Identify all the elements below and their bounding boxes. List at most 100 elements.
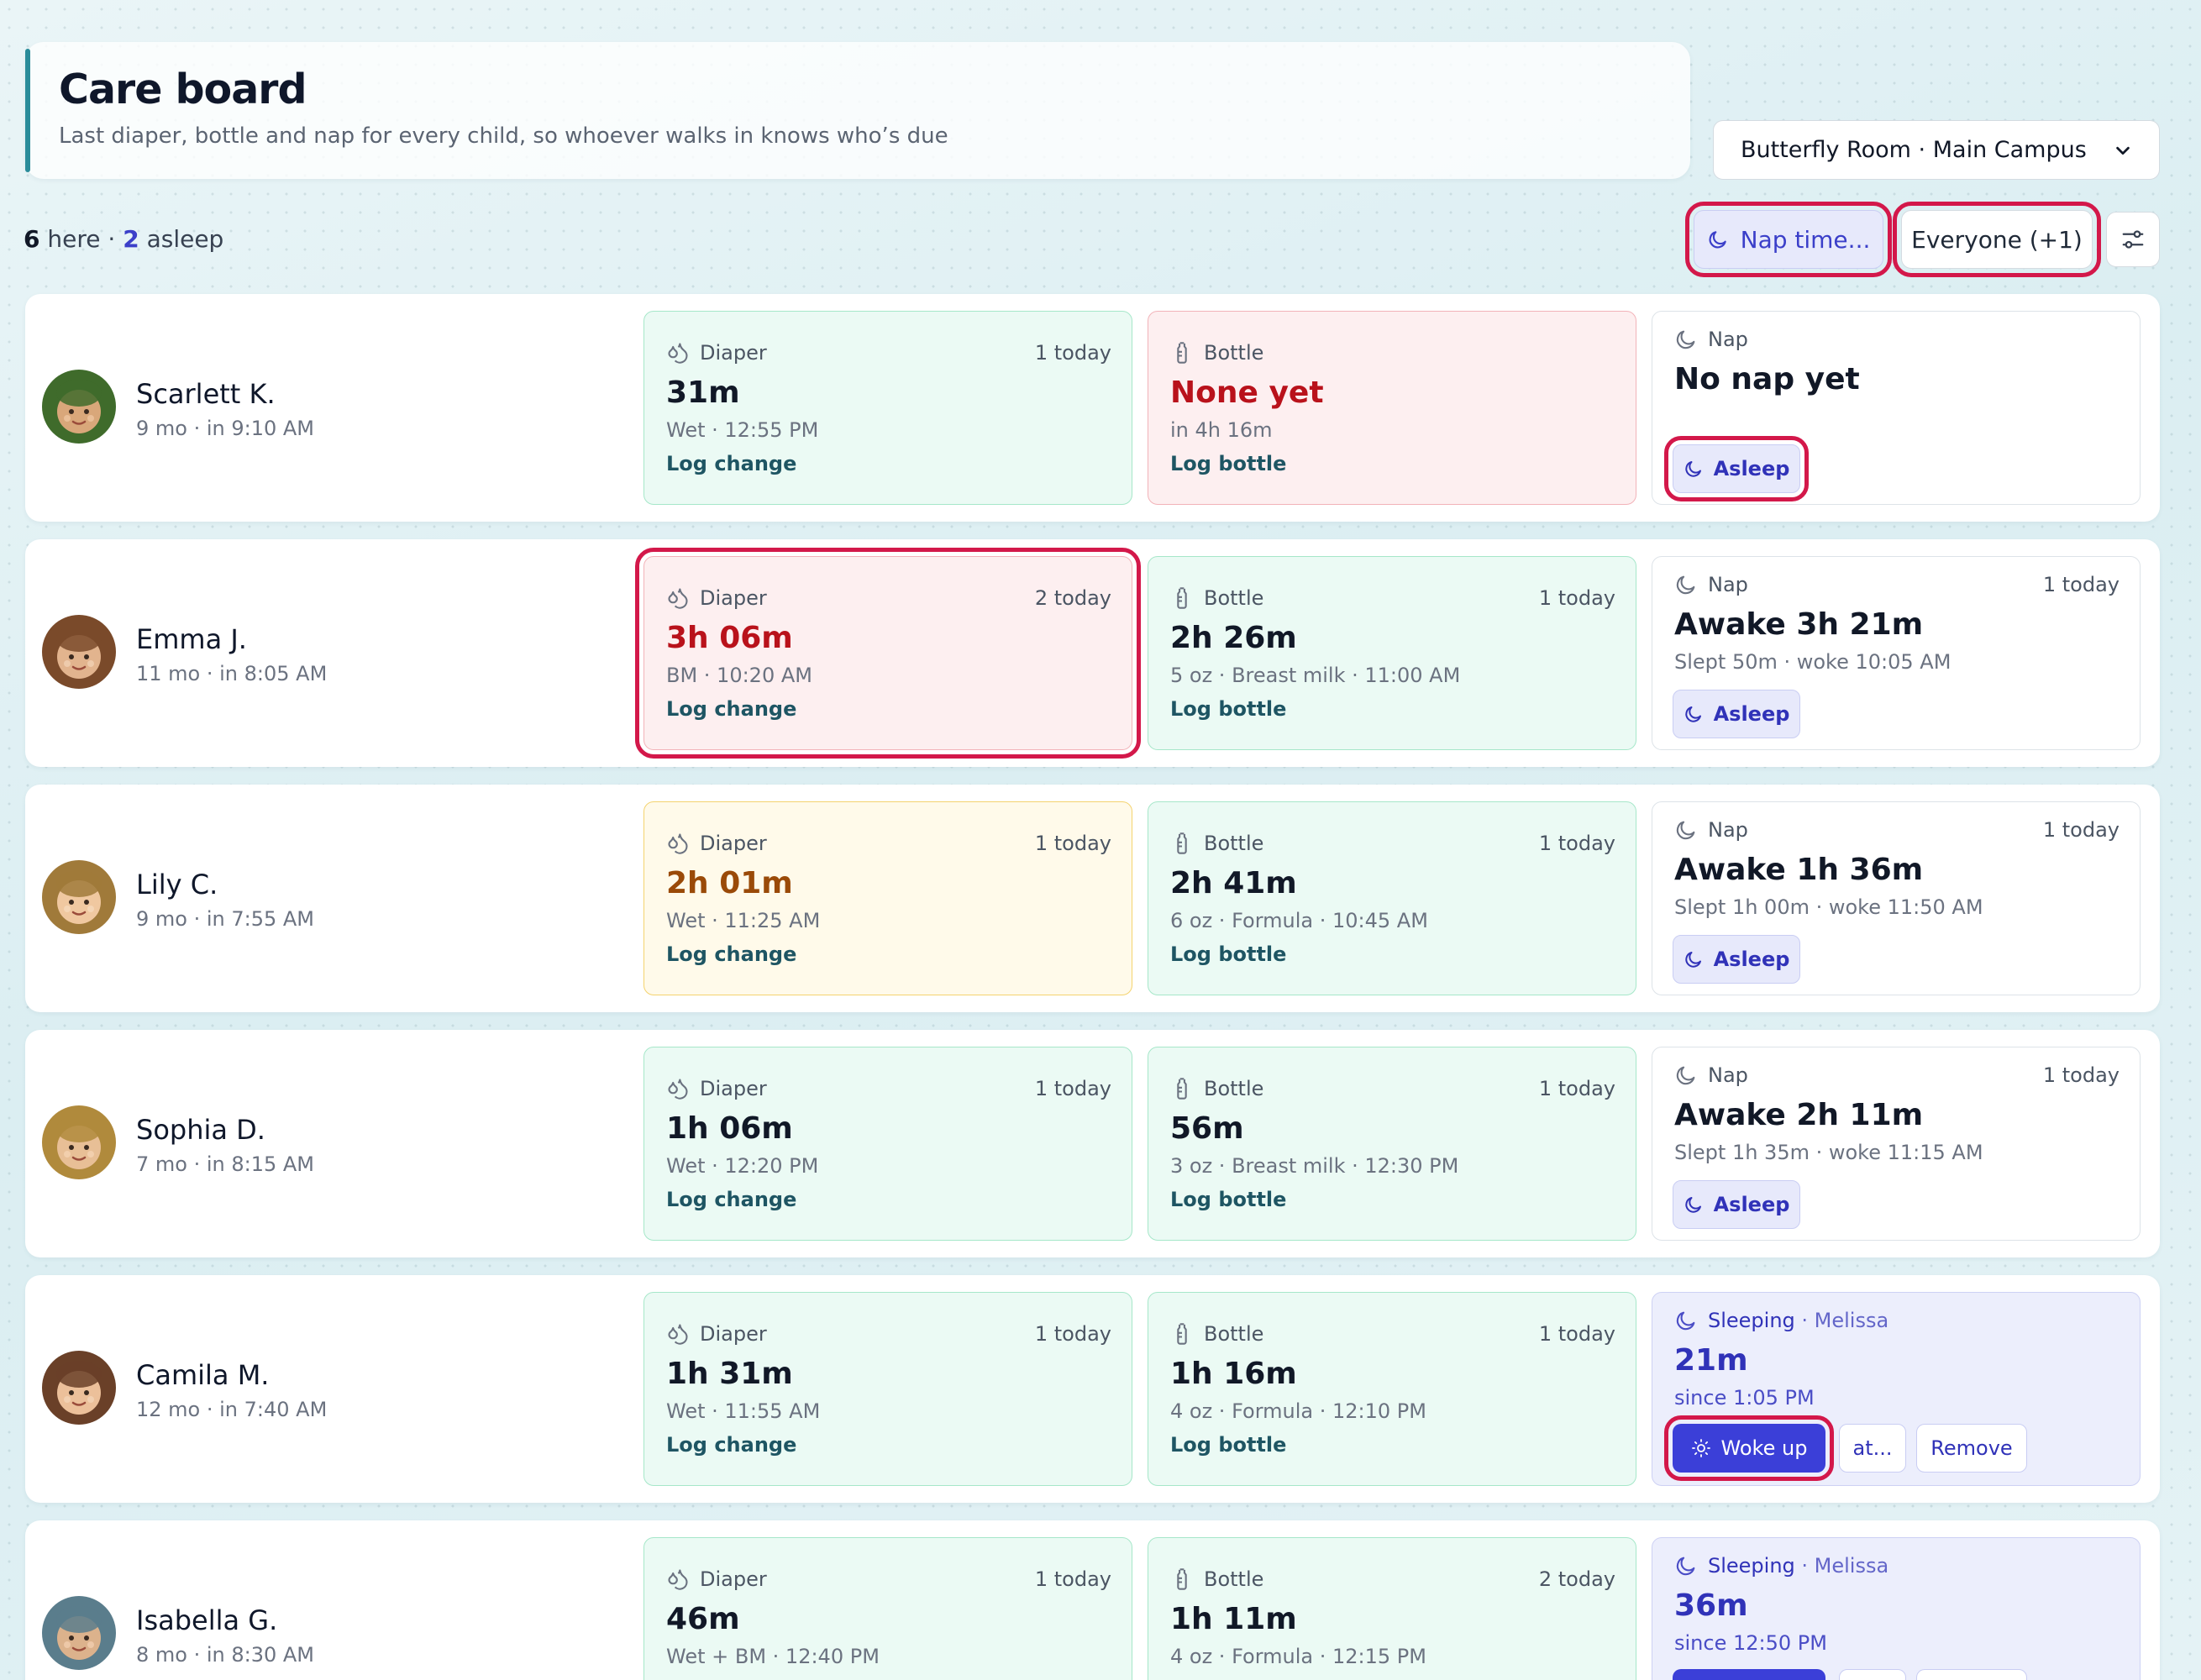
diaper-detail: BM · 10:20 AM: [666, 664, 812, 687]
child-name[interactable]: Sophia D.: [136, 1114, 265, 1146]
moon-icon: [1676, 575, 1695, 595]
room-select[interactable]: Butterfly Room · Main Campus: [1713, 120, 2160, 180]
log-change-link[interactable]: Log change: [666, 1433, 796, 1457]
log-change-link[interactable]: Log change: [666, 1188, 796, 1211]
bottle-detail: 5 oz · Breast milk · 11:00 AM: [1170, 664, 1461, 687]
bottle-icon: [1177, 1323, 1187, 1345]
child-name[interactable]: Isabella G.: [136, 1604, 277, 1636]
avatar: [42, 370, 116, 444]
child-row: Sophia D. 7 mo · in 8:15 AM Diaper 1 today 1…: [25, 1030, 2160, 1257]
bottle-label: Bottle: [1204, 1322, 1264, 1346]
woke-up-label: Woke up: [1720, 1436, 1808, 1460]
diaper-card[interactable]: Diaper 1 today 31m Wet · 12:55 PM Log change: [643, 311, 1132, 505]
moon-icon: [1684, 461, 1701, 477]
bottle-label: Bottle: [1204, 341, 1264, 365]
diaper-card[interactable]: Diaper 1 today 1h 06m Wet · 12:20 PM Log cha…: [643, 1047, 1132, 1241]
child-row: Lily C. 9 mo · in 7:55 AM Diaper 1 today 2h …: [25, 785, 2160, 1012]
diaper-elapsed: 1h 31m: [666, 1357, 793, 1391]
nap-label: Nap: [1708, 573, 1748, 596]
asleep-button[interactable]: Asleep: [1664, 436, 1809, 501]
child-name[interactable]: Emma J.: [136, 623, 247, 655]
asleep-button[interactable]: Asleep: [1673, 1180, 1800, 1229]
sleeping-label: Sleeping: [1708, 1309, 1795, 1332]
bottle-card[interactable]: Bottle 1 today 56m 3 oz · Breast milk · 12:…: [1148, 1047, 1636, 1241]
child-name[interactable]: Scarlett K.: [136, 378, 276, 410]
diaper-card[interactable]: Diaper1 today46mWet + BM · 12:40 PMLog c…: [643, 1537, 1132, 1680]
child-name[interactable]: Camila M.: [136, 1359, 269, 1391]
nap-time-label: Nap time...: [1740, 225, 1871, 254]
nap-status: Awake 2h 11m: [1674, 1098, 1924, 1132]
moon-icon: [1676, 1066, 1695, 1085]
log-bottle-link[interactable]: Log bottle: [1170, 1188, 1286, 1211]
log-change-link[interactable]: Log change: [666, 697, 796, 721]
woke-up-button[interactable]: Woke up: [1664, 1415, 1834, 1481]
bottle-icon: [1177, 1568, 1187, 1590]
remove-nap-button[interactable]: Remove: [1916, 1424, 2027, 1473]
moon-icon: [1684, 952, 1701, 968]
nap-time-button[interactable]: Nap time...: [1685, 202, 1892, 277]
bottle-card[interactable]: Bottle 1 today 2h 41m 6 oz · Formula · 10:4…: [1148, 801, 1636, 995]
diaper-card[interactable]: Diaper 1 today 1h 31m Wet · 11:55 AM Log cha…: [643, 1292, 1132, 1486]
nap-card[interactable]: Nap 1 today Awake 3h 21m Slept 50m · woke 1…: [1652, 556, 2141, 750]
diaper-count: 1 today: [1034, 1567, 1111, 1591]
diaper-card[interactable]: Diaper 1 today 2h 01m Wet · 11:25 AM Log cha…: [643, 801, 1132, 995]
bottle-label: Bottle: [1204, 832, 1264, 855]
everyone-filter-button[interactable]: Everyone (+1): [1893, 202, 2101, 277]
bottle-card[interactable]: Bottle 1 today 1h 16m 4 oz · Formula · 12:1…: [1148, 1292, 1636, 1486]
diaper-detail: Wet · 11:25 AM: [666, 909, 821, 932]
log-bottle-link[interactable]: Log bottle: [1170, 452, 1286, 475]
bottle-label: Bottle: [1204, 1077, 1264, 1100]
diaper-card[interactable]: Diaper 2 today 3h 06m BM · 10:20 AM Log chan…: [635, 548, 1141, 759]
log-bottle-link[interactable]: Log bottle: [1170, 942, 1286, 966]
attendance-summary: 6 here · 2 asleep: [24, 225, 223, 253]
bottle-card[interactable]: Bottle None yet in 4h 16m Log bottle: [1148, 311, 1636, 505]
diaper-elapsed: 46m: [666, 1602, 740, 1636]
nap-detail: Slept 1h 35m · woke 11:15 AM: [1674, 1141, 1983, 1164]
asleep-button-label: Asleep: [1713, 948, 1790, 971]
nap-card[interactable]: Nap No nap yet Asleep: [1652, 311, 2141, 505]
log-bottle-link[interactable]: Log bottle: [1170, 697, 1286, 721]
bottle-icon: [1177, 832, 1187, 854]
log-bottle-link[interactable]: Log bottle: [1170, 1433, 1286, 1457]
diaper-label: Diaper: [700, 1077, 767, 1100]
diaper-label: Diaper: [700, 1322, 767, 1346]
nap-count: 1 today: [2042, 1063, 2120, 1087]
log-change-link[interactable]: Log change: [666, 942, 796, 966]
asleep-button[interactable]: Asleep: [1673, 935, 1800, 984]
woke-up-button[interactable]: Woke up: [1673, 1669, 1825, 1680]
child-meta: 9 mo · in 9:10 AM: [136, 417, 315, 440]
bottle-card[interactable]: Bottle 2 today 1h 11m 4 oz · Formula · 12:1…: [1148, 1537, 1636, 1680]
child-meta: 11 mo · in 8:05 AM: [136, 662, 328, 685]
bottle-elapsed: 56m: [1170, 1111, 1244, 1146]
nap-card[interactable]: Sleeping · Melissa 21m since 1:05 PM Woke u…: [1652, 1292, 2141, 1486]
woke-at-button[interactable]: at...: [1839, 1669, 1906, 1680]
moon-icon: [1684, 706, 1701, 722]
log-change-link[interactable]: Log change: [666, 452, 796, 475]
bottle-label: Bottle: [1204, 586, 1264, 610]
remove-nap-button[interactable]: Remove: [1916, 1669, 2027, 1680]
diaper-label: Diaper: [700, 586, 767, 610]
avatar: [42, 615, 116, 689]
bottle-count: 1 today: [1538, 1077, 1615, 1100]
nap-card[interactable]: Nap 1 today Awake 1h 36m Slept 1h 00m · wok…: [1652, 801, 2141, 995]
diaper-elapsed: 3h 06m: [666, 621, 793, 655]
diaper-count: 1 today: [1034, 341, 1111, 365]
child-meta: 7 mo · in 8:15 AM: [136, 1152, 315, 1176]
moon-icon: [1676, 1557, 1695, 1576]
avatar: [42, 1351, 116, 1425]
bottle-card[interactable]: Bottle 1 today 2h 26m 5 oz · Breast milk · …: [1148, 556, 1636, 750]
child-meta: 12 mo · in 7:40 AM: [136, 1398, 328, 1421]
moon-icon: [1709, 231, 1726, 249]
droplets-icon: [668, 343, 688, 364]
sleeping-by: · Melissa: [1794, 1309, 1889, 1332]
page-title: Care board: [59, 66, 307, 113]
child-name[interactable]: Lily C.: [136, 869, 218, 900]
asleep-button[interactable]: Asleep: [1673, 690, 1800, 738]
filter-settings-button[interactable]: [2106, 212, 2160, 267]
woke-at-button[interactable]: at...: [1839, 1424, 1906, 1473]
diaper-label: Diaper: [700, 1567, 767, 1591]
asleep-button-label: Asleep: [1713, 457, 1790, 480]
nap-card[interactable]: Nap 1 today Awake 2h 11m Slept 1h 35m · wok…: [1652, 1047, 2141, 1241]
nap-card[interactable]: Sleeping · Melissa 36m since 12:50 PM Woke …: [1652, 1537, 2141, 1680]
bottle-count: 1 today: [1538, 1322, 1615, 1346]
